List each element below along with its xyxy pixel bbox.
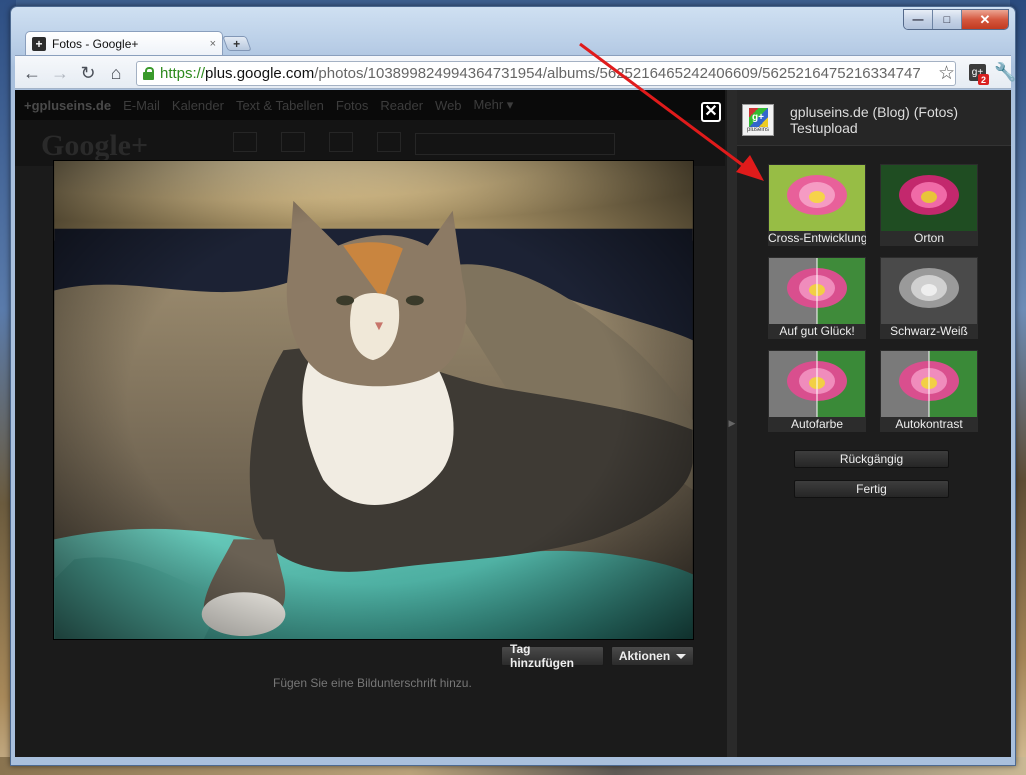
window-controls: — □ ✕ xyxy=(903,9,1009,30)
album-title: gpluseins.de (Blog) (Fotos) Testupload xyxy=(790,104,958,136)
browser-window: — □ ✕ + Fotos - Google+ × + ← → ↻ ⌂ http… xyxy=(10,6,1016,766)
google-bar: +gpluseins.de E-Mail Kalender Text & Tab… xyxy=(15,90,725,120)
filter-cross-processing[interactable]: Cross-Entwicklung xyxy=(768,164,866,246)
add-tag-label: Tag hinzufügen xyxy=(510,642,574,670)
avatar-text: pluseins xyxy=(746,126,769,133)
minimize-button[interactable]: — xyxy=(904,10,933,29)
add-tag-button[interactable]: Tag hinzufügen xyxy=(501,642,604,670)
profile-nav-icon xyxy=(329,132,353,152)
edit-panel: g+ pluseins gpluseins.de (Blog) (Fotos) … xyxy=(737,90,1011,757)
gbar-link-web[interactable]: Web xyxy=(435,98,462,113)
new-tab-button[interactable]: + xyxy=(222,36,252,51)
google-plus-logo: Google+ xyxy=(41,129,149,162)
back-arrow-icon[interactable]: ← xyxy=(21,62,43,84)
plus-icon: + xyxy=(233,36,241,51)
caret-down-icon xyxy=(676,653,687,659)
close-window-button[interactable]: ✕ xyxy=(962,10,1008,29)
filter-lucky[interactable]: Auf gut Glück! xyxy=(768,257,866,339)
photo xyxy=(53,160,694,640)
notification-badge: 2 xyxy=(978,74,989,85)
lotus-thumbnail-orton xyxy=(881,165,977,231)
chevron-right-icon: ▶ xyxy=(728,418,736,428)
page-content: +gpluseins.de E-Mail Kalender Text & Tab… xyxy=(15,90,1011,757)
filter-auto-color[interactable]: Autofarbe xyxy=(768,350,866,432)
address-bar[interactable]: https:// plus.google.com /photos/1038998… xyxy=(136,61,956,86)
wrench-icon[interactable]: 🔧 xyxy=(994,62,1016,83)
home-nav-icon xyxy=(233,132,257,152)
lotus-thumbnail-autocontrast xyxy=(881,351,977,417)
filter-black-white[interactable]: Schwarz-Weiß xyxy=(880,257,978,339)
maximize-button[interactable]: □ xyxy=(933,10,962,29)
panel-divider[interactable]: ▶ xyxy=(727,90,737,757)
actions-button[interactable]: Aktionen xyxy=(611,646,694,666)
circles-nav-icon xyxy=(377,132,401,152)
caption-placeholder[interactable]: Fügen Sie eine Bildunterschrift hinzu. xyxy=(273,676,472,690)
url-scheme: https:// xyxy=(160,65,206,82)
gbar-link-reader[interactable]: Reader xyxy=(380,98,423,113)
filter-auto-contrast[interactable]: Autokontrast xyxy=(880,350,978,432)
photos-nav-icon xyxy=(281,132,305,152)
cat-photo xyxy=(54,161,693,639)
actions-label: Aktionen xyxy=(618,649,671,663)
header-search-box xyxy=(415,133,615,155)
album-name[interactable]: Testupload xyxy=(790,120,958,136)
tab-close-icon[interactable]: × xyxy=(210,38,216,50)
close-viewer-button[interactable]: ✕ xyxy=(701,102,721,122)
lotus-thumbnail-bw xyxy=(881,258,977,324)
browser-toolbar: ← → ↻ ⌂ https:// plus.google.com /photos… xyxy=(15,55,1016,89)
gbar-link-calendar[interactable]: Kalender xyxy=(172,98,224,113)
gbar-brand[interactable]: +gpluseins.de xyxy=(24,98,111,113)
reload-icon[interactable]: ↻ xyxy=(77,62,99,84)
lock-icon xyxy=(143,67,154,80)
google-plus-avatar-icon: g+ xyxy=(748,107,768,127)
lotus-thumbnail-cross xyxy=(769,165,865,231)
filter-orton[interactable]: Orton xyxy=(880,164,978,246)
filter-label: Autofarbe xyxy=(790,417,844,431)
url-host: plus.google.com xyxy=(205,65,315,82)
filter-label: Cross-Entwicklung xyxy=(768,231,866,245)
home-icon[interactable]: ⌂ xyxy=(105,62,127,84)
lotus-thumbnail-lucky xyxy=(769,258,865,324)
avatar[interactable]: g+ pluseins xyxy=(742,104,774,136)
filter-label: Auf gut Glück! xyxy=(779,324,855,338)
gbar-link-email[interactable]: E-Mail xyxy=(123,98,160,113)
lotus-thumbnail-autocolor xyxy=(769,351,865,417)
header-nav-icons xyxy=(233,132,401,152)
tab-title: Fotos - Google+ xyxy=(52,37,139,51)
panel-header: g+ pluseins gpluseins.de (Blog) (Fotos) … xyxy=(737,90,1011,146)
forward-arrow-icon[interactable]: → xyxy=(49,62,71,84)
url-path: /photos/103899824994364731954/albums/562… xyxy=(314,65,921,82)
done-button[interactable]: Fertig xyxy=(794,480,949,498)
gbar-link-docs[interactable]: Text & Tabellen xyxy=(236,98,324,113)
filter-label: Schwarz-Weiß xyxy=(890,324,968,338)
filter-label: Orton xyxy=(913,231,944,245)
filter-label: Autokontrast xyxy=(895,417,963,431)
album-owner[interactable]: gpluseins.de (Blog) (Fotos) xyxy=(790,104,958,120)
gbar-link-more[interactable]: Mehr ▾ xyxy=(474,97,514,113)
tab-fotos[interactable]: + Fotos - Google+ × xyxy=(25,31,223,56)
undo-button[interactable]: Rückgängig xyxy=(794,450,949,468)
gbar-link-photos[interactable]: Fotos xyxy=(336,98,369,113)
google-plus-favicon-icon: + xyxy=(32,37,46,51)
